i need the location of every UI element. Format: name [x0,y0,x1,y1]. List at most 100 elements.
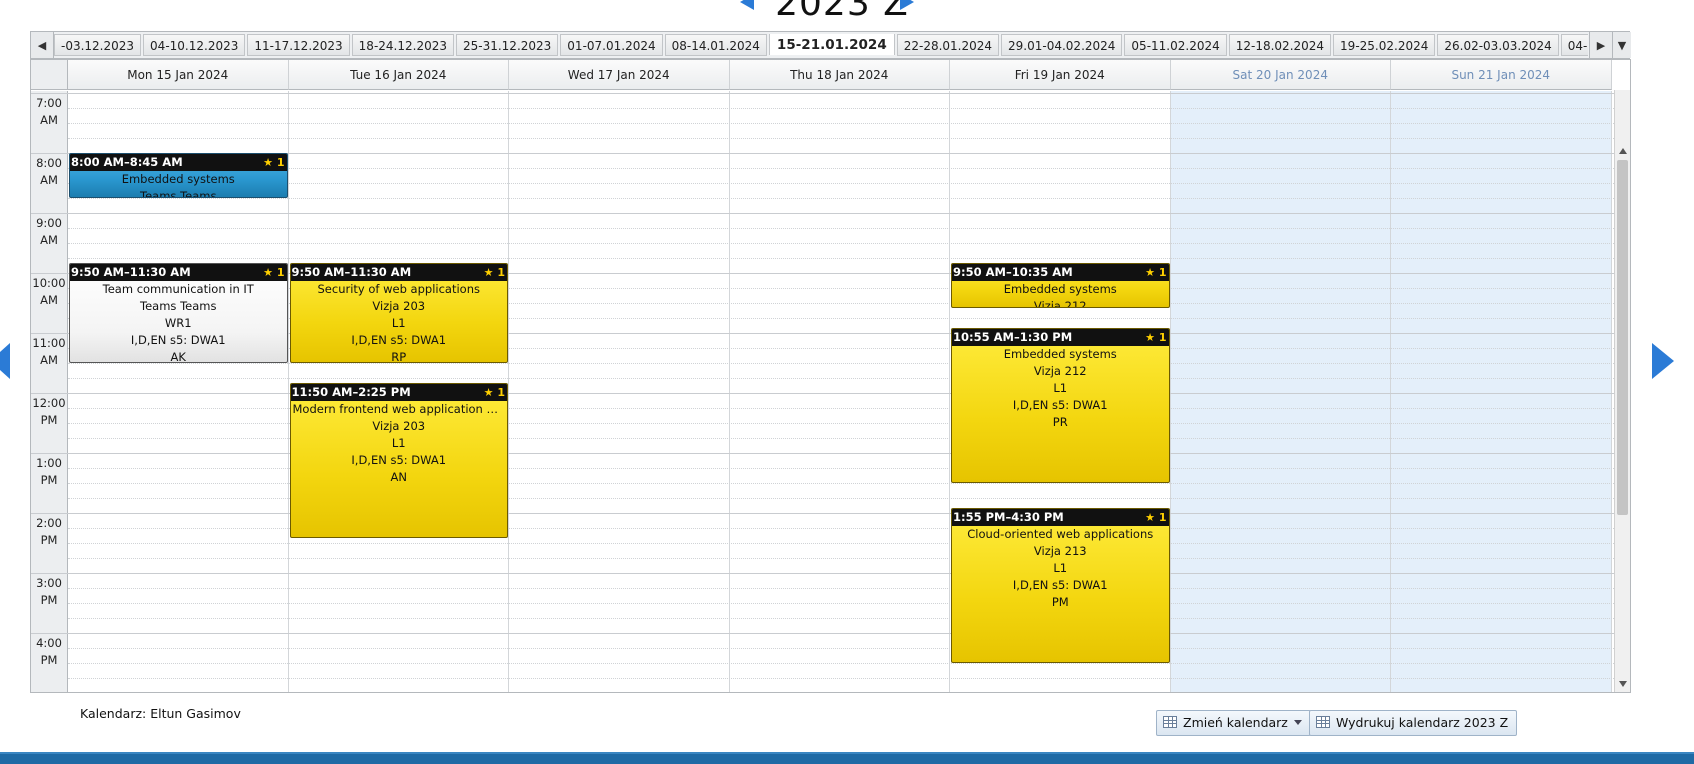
time-separator [31,213,68,214]
next-term-icon[interactable] [900,0,914,10]
time-label-hour: 10:00 [32,276,66,290]
print-calendar-button[interactable]: Wydrukuj kalendarz 2023 Z [1309,710,1518,736]
event-detail-line: PR [1052,415,1068,429]
time-label-ampm: PM [40,533,58,547]
star-icon: ★ 1 [483,266,505,279]
prev-week-arrow-icon[interactable] [0,343,10,379]
day-header: Sat 20 Jan 2024 [1170,60,1391,90]
quarter-gridline [68,243,1614,244]
calendar-corner [31,60,68,90]
week-strip: ◀ -03.12.2023 04-10.12.2023 11-17.12.2023 1… [30,31,1631,59]
event-time-header: 11:50 AM–2:25 PM ★ 1 [290,384,507,401]
change-calendar-button[interactable]: Zmień kalendarz [1156,710,1311,736]
week-tab[interactable]: 04- [1560,34,1588,56]
week-tab[interactable]: 04-10.12.2023 [143,34,246,56]
week-tab[interactable]: 05-11.02.2024 [1124,34,1227,56]
week-tab[interactable]: 22-28.01.2024 [896,34,1000,56]
day-header: Sun 21 Jan 2024 [1391,60,1612,90]
event-detail-line: RP [391,350,407,363]
calendar-scrollbar[interactable] [1614,90,1630,692]
scroll-thumb[interactable] [1617,160,1628,515]
star-icon: ★ 1 [1145,266,1167,279]
time-separator [31,273,68,274]
time-label-ampm: AM [40,233,58,247]
quarter-gridline [68,183,1614,184]
quarter-gridline [68,168,1614,169]
event-time-header: 9:50 AM–10:35 AM ★ 1 [952,264,1169,281]
event-detail-line: L1 [1053,381,1068,395]
prev-term-icon[interactable] [740,0,754,10]
hour-gridline [68,633,1614,634]
quarter-gridline [68,138,1614,139]
time-separator [31,393,68,394]
star-icon: ★ 1 [1145,511,1167,524]
quarter-gridline [68,588,1614,589]
event-detail-line: Embedded systems [121,172,235,186]
event-detail-line: I,D,EN s5: DWA1 [1012,398,1108,412]
week-tab[interactable]: 29.01-04.02.2024 [1001,34,1123,56]
star-icon: ★ 1 [263,156,285,169]
time-separator [31,333,68,334]
week-strip-prev-button[interactable]: ◀ [31,32,54,58]
event-time: 10:55 AM–1:30 PM [953,330,1073,344]
event-detail-line: Teams Teams [140,189,217,198]
event-card[interactable]: 9:50 AM–11:30 AM ★ 1 Team communication in… [69,263,288,363]
hour-gridline [68,153,1614,154]
hour-gridline [68,573,1614,574]
week-tab[interactable]: 25-31.12.2023 [455,34,559,56]
week-tab[interactable]: 18-24.12.2023 [351,34,454,56]
scroll-up-icon[interactable] [1619,148,1627,154]
event-detail-line: I,D,EN s5: DWA1 [351,333,447,347]
time-label-hour: 8:00 [36,156,62,170]
quarter-gridline [68,678,1614,679]
calendar-grid-icon [1316,716,1330,728]
week-tab[interactable]: 12-18.02.2024 [1228,34,1332,56]
time-label-ampm: PM [40,593,58,607]
time-label-ampm: PM [40,473,58,487]
event-card[interactable]: 11:50 AM–2:25 PM ★ 1 Modern frontend web a… [289,383,508,538]
event-detail-line: WR1 [164,316,192,330]
event-time: 11:50 AM–2:25 PM [291,385,411,399]
time-separator [31,633,68,634]
event-card[interactable]: 1:55 PM–4:30 PM ★ 1 Cloud-oriented web app… [951,508,1170,663]
chevron-right-icon: ▶ [1596,38,1606,52]
week-tab[interactable]: 08-14.01.2024 [664,34,767,56]
event-detail-line: Embedded systems [1003,282,1117,296]
week-tab[interactable]: 19-25.02.2024 [1333,34,1436,56]
week-tab[interactable]: 15-21.01.2024 [768,34,895,55]
time-label-ampm: PM [40,653,58,667]
event-time: 9:50 AM–11:30 AM [71,265,191,279]
quarter-gridline [68,663,1614,664]
week-menu-button[interactable]: ▼ [1612,32,1631,58]
hour-gridline [68,213,1614,214]
event-card[interactable]: 10:55 AM–1:30 PM ★ 1 Embedded systems Vizja… [951,328,1170,483]
calendar-grid[interactable]: 7:00 AM 8:00 AM 9:00 AM 10:00 AM 11:00 AM 12:00 PM 1… [31,91,1614,692]
week-tabs: -03.12.2023 04-10.12.2023 11-17.12.2023 18-… [54,34,1588,58]
event-card[interactable]: 9:50 AM–11:30 AM ★ 1 Security of web appli… [289,263,508,363]
week-tab[interactable]: 01-07.01.2024 [560,34,663,56]
print-calendar-label: Wydrukuj kalendarz 2023 Z [1336,715,1509,730]
day-header: Thu 18 Jan 2024 [729,60,950,90]
scroll-down-icon[interactable] [1619,681,1627,687]
event-time: 9:50 AM–11:30 AM [291,265,412,279]
star-icon: ★ 1 [263,266,285,279]
event-detail-line: L1 [391,436,406,450]
event-card[interactable]: 9:50 AM–10:35 AM ★ 1 Embedded systems Vizja… [951,263,1170,308]
event-time: 1:55 PM–4:30 PM [953,510,1064,524]
week-tab[interactable]: 26.02-03.03.2024 [1437,34,1559,56]
star-icon: ★ 1 [1145,331,1167,344]
week-strip-next-button[interactable]: ▶ [1589,32,1612,58]
time-separator [31,93,68,94]
time-label-hour: 3:00 [36,576,62,590]
next-week-arrow-icon[interactable] [1652,343,1674,379]
event-card[interactable]: 8:00 AM–8:45 AM ★ 1 Embedded systems Teams … [69,153,288,198]
quarter-gridline [68,258,1614,259]
quarter-gridline [68,108,1614,109]
week-tab[interactable]: -03.12.2023 [54,34,142,56]
time-separator [31,153,68,154]
star-icon: ★ 1 [483,386,505,399]
event-time-header: 1:55 PM–4:30 PM ★ 1 [952,509,1169,526]
week-tab[interactable]: 11-17.12.2023 [247,34,350,56]
quarter-gridline [68,648,1614,649]
time-separator [31,573,68,574]
